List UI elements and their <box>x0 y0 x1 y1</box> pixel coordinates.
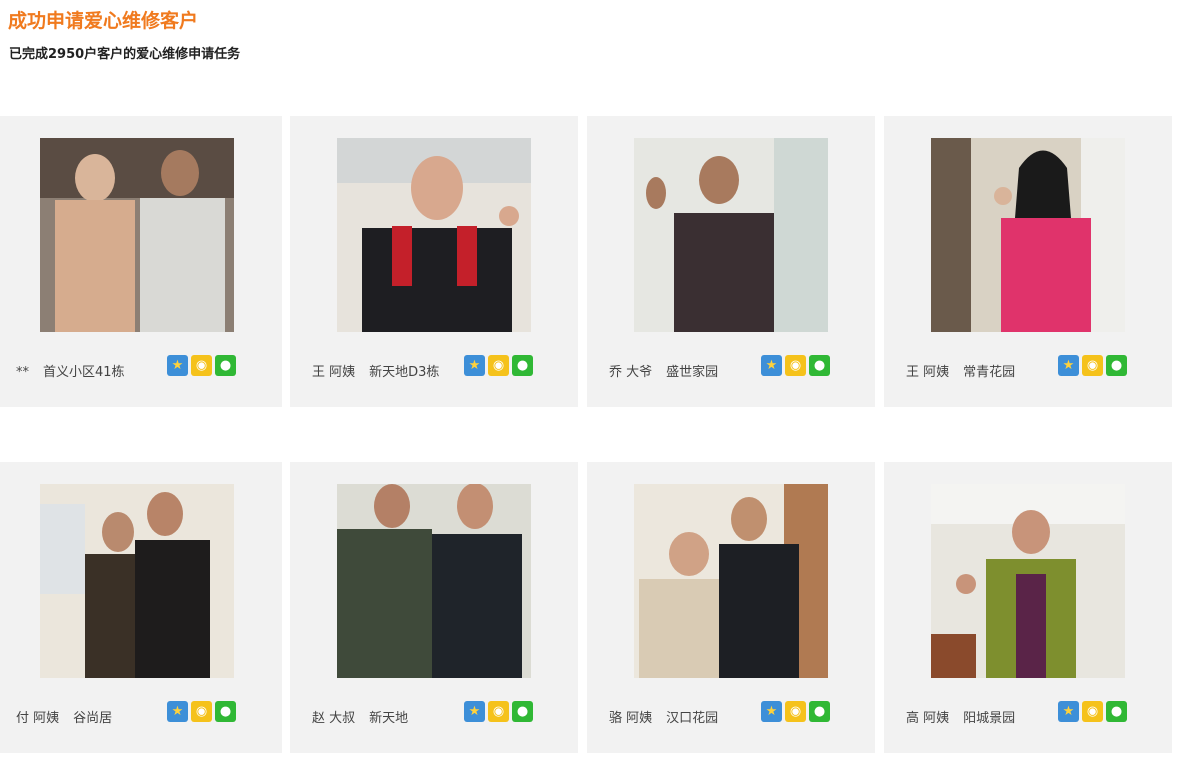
weibo-icon[interactable]: ◉ <box>488 701 509 722</box>
qzone-icon[interactable]: ★ <box>761 355 782 376</box>
weibo-icon[interactable]: ◉ <box>1082 355 1103 376</box>
customer-card[interactable]: 乔 大爷 盛世家园 ★ ◉ ● <box>587 116 875 407</box>
qzone-icon[interactable]: ★ <box>464 355 485 376</box>
customer-card[interactable]: ** 首义小区41栋 ★ ◉ ● <box>0 116 282 407</box>
customer-photo[interactable] <box>931 484 1125 678</box>
weibo-icon[interactable]: ◉ <box>191 355 212 376</box>
customer-location: 新天地 <box>369 711 409 726</box>
weibo-icon[interactable]: ◉ <box>785 701 806 722</box>
weibo-icon[interactable]: ◉ <box>785 355 806 376</box>
customer-name: 王 阿姨 <box>312 365 356 380</box>
customer-name: 付 阿姨 <box>16 711 60 726</box>
qzone-icon[interactable]: ★ <box>761 701 782 722</box>
wechat-icon[interactable]: ● <box>809 355 830 376</box>
wechat-icon[interactable]: ● <box>215 701 236 722</box>
customer-photo[interactable] <box>634 484 828 678</box>
customer-card[interactable]: 赵 大叔 新天地 ★ ◉ ● <box>290 462 578 753</box>
weibo-icon[interactable]: ◉ <box>191 701 212 722</box>
wechat-icon[interactable]: ● <box>1106 355 1127 376</box>
customer-caption: 高 阿姨 阳城景园 <box>906 707 1015 726</box>
share-buttons: ★ ◉ ● <box>761 355 830 376</box>
customer-photo[interactable] <box>40 138 234 332</box>
weibo-icon[interactable]: ◉ <box>1082 701 1103 722</box>
share-buttons: ★ ◉ ● <box>1058 701 1127 722</box>
customer-card[interactable]: 高 阿姨 阳城景园 ★ ◉ ● <box>884 462 1172 753</box>
customer-caption: 王 阿姨 新天地D3栋 <box>312 361 439 380</box>
customer-location: 汉口花园 <box>666 711 719 726</box>
customer-caption: ** 首义小区41栋 <box>16 361 125 380</box>
customer-caption: 骆 阿姨 汉口花园 <box>609 707 718 726</box>
weibo-icon[interactable]: ◉ <box>488 355 509 376</box>
customer-name: ** <box>16 365 29 380</box>
page-title: 成功申请爱心维修客户 <box>8 10 199 32</box>
wechat-icon[interactable]: ● <box>512 701 533 722</box>
customer-photo[interactable] <box>931 138 1125 332</box>
qzone-icon[interactable]: ★ <box>167 355 188 376</box>
customer-name: 高 阿姨 <box>906 711 950 726</box>
customer-caption: 付 阿姨 谷尚居 <box>16 707 112 726</box>
customer-name: 赵 大叔 <box>312 711 356 726</box>
share-buttons: ★ ◉ ● <box>464 355 533 376</box>
customer-name: 骆 阿姨 <box>609 711 653 726</box>
customer-card[interactable]: 王 阿姨 新天地D3栋 ★ ◉ ● <box>290 116 578 407</box>
wechat-icon[interactable]: ● <box>512 355 533 376</box>
share-buttons: ★ ◉ ● <box>1058 355 1127 376</box>
qzone-icon[interactable]: ★ <box>1058 355 1079 376</box>
customer-card[interactable]: 付 阿姨 谷尚居 ★ ◉ ● <box>0 462 282 753</box>
qzone-icon[interactable]: ★ <box>167 701 188 722</box>
share-buttons: ★ ◉ ● <box>761 701 830 722</box>
customer-location: 常青花园 <box>963 365 1016 380</box>
customer-location: 新天地D3栋 <box>369 365 440 380</box>
share-buttons: ★ ◉ ● <box>167 355 236 376</box>
wechat-icon[interactable]: ● <box>215 355 236 376</box>
qzone-icon[interactable]: ★ <box>1058 701 1079 722</box>
share-buttons: ★ ◉ ● <box>167 701 236 722</box>
share-buttons: ★ ◉ ● <box>464 701 533 722</box>
wechat-icon[interactable]: ● <box>1106 701 1127 722</box>
customer-location: 谷尚居 <box>73 711 113 726</box>
customer-photo[interactable] <box>40 484 234 678</box>
customer-card[interactable]: 王 阿姨 常青花园 ★ ◉ ● <box>884 116 1172 407</box>
customer-photo[interactable] <box>337 138 531 332</box>
customer-location: 首义小区41栋 <box>43 365 125 380</box>
page-subtitle: 已完成2950户客户的爱心维修申请任务 <box>9 47 241 62</box>
customer-caption: 乔 大爷 盛世家园 <box>609 361 718 380</box>
customer-location: 盛世家园 <box>666 365 719 380</box>
customer-caption: 王 阿姨 常青花园 <box>906 361 1015 380</box>
customer-photo[interactable] <box>634 138 828 332</box>
qzone-icon[interactable]: ★ <box>464 701 485 722</box>
customer-photo[interactable] <box>337 484 531 678</box>
customer-name: 王 阿姨 <box>906 365 950 380</box>
customer-caption: 赵 大叔 新天地 <box>312 707 408 726</box>
customer-name: 乔 大爷 <box>609 365 653 380</box>
customer-location: 阳城景园 <box>963 711 1016 726</box>
customer-card[interactable]: 骆 阿姨 汉口花园 ★ ◉ ● <box>587 462 875 753</box>
wechat-icon[interactable]: ● <box>809 701 830 722</box>
